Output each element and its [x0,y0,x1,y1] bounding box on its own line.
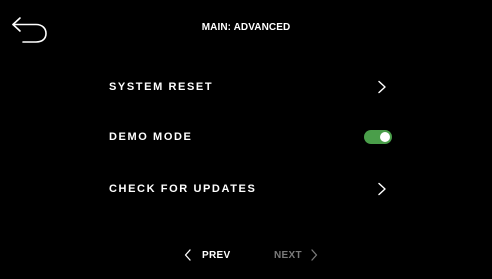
page-title: MAIN: ADVANCED [201,22,291,33]
menu-item-demo-mode: DEMO MODE [100,122,404,152]
next-button[interactable]: NEXT [274,244,318,266]
menu-item-label: SYSTEM RESET [109,81,214,93]
demo-mode-toggle[interactable] [364,130,392,144]
toggle-knob [380,132,390,142]
chevron-left-icon [184,249,192,261]
chevron-right-icon [310,249,318,261]
next-label: NEXT [274,249,302,261]
menu-item-label: CHECK FOR UPDATES [109,183,257,195]
menu-item-system-reset[interactable]: SYSTEM RESET [100,72,404,102]
chevron-right-icon [377,80,387,94]
menu-item-label: DEMO MODE [109,131,193,143]
chevron-right-icon [377,182,387,196]
prev-label: PREV [202,249,231,261]
menu-item-check-for-updates[interactable]: CHECK FOR UPDATES [100,174,404,204]
prev-button[interactable]: PREV [184,244,230,266]
